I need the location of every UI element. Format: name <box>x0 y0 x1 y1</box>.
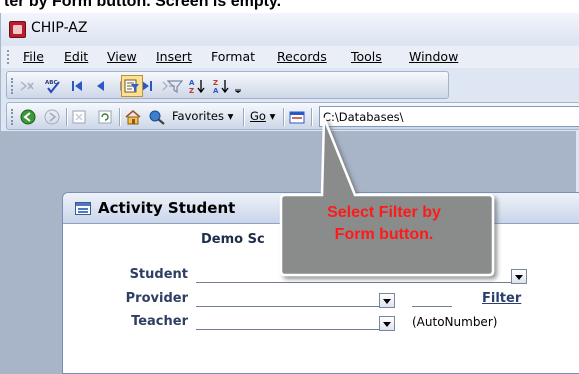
show-web-toolbar-icon[interactable] <box>289 109 305 125</box>
filter-link[interactable]: Filter <box>482 291 521 306</box>
menu-view[interactable]: View <box>107 49 137 64</box>
toolbar-options-icon[interactable] <box>233 78 243 94</box>
filter-by-form-button[interactable] <box>121 75 143 97</box>
toolbar-separator <box>311 108 313 126</box>
menu-window[interactable]: Window <box>409 49 458 64</box>
provider-dropdown-button[interactable] <box>379 293 395 308</box>
menu-window-label: Window <box>409 49 459 64</box>
form-header-text: Demo Sc <box>201 232 265 247</box>
provider-field[interactable] <box>196 306 380 307</box>
svg-text:A: A <box>189 79 195 87</box>
student-dropdown-button[interactable] <box>511 269 527 284</box>
favorites-label: Favorites <box>172 109 224 123</box>
favorites-menu[interactable]: Favorites ▾ <box>172 109 233 123</box>
records-toolbar: ABC AZ ZA <box>6 71 449 99</box>
menu-edit[interactable]: Edit <box>64 49 88 64</box>
student-field[interactable] <box>196 282 512 283</box>
svg-text:Z: Z <box>189 87 194 94</box>
forward-icon[interactable] <box>44 109 60 125</box>
home-icon[interactable] <box>125 109 141 125</box>
sort-ascending-icon[interactable]: AZ <box>189 78 205 94</box>
back-icon[interactable] <box>20 109 36 125</box>
menu-edit-label: Edit <box>64 49 89 64</box>
teacher-dropdown-button[interactable] <box>379 316 395 331</box>
teacher-label: Teacher <box>131 314 188 329</box>
menu-view-label: View <box>107 49 137 64</box>
window-titlebar[interactable]: CHIP-AZ <box>1 13 579 45</box>
search-web-icon[interactable] <box>149 109 165 125</box>
records-toolbar-grip[interactable] <box>11 78 13 94</box>
stop-icon[interactable] <box>71 109 87 125</box>
menu-tools[interactable]: Tools <box>351 49 382 64</box>
form-icon[interactable] <box>75 202 91 215</box>
go-menu[interactable]: Go ▾ <box>250 109 275 123</box>
menu-records-label: Records <box>277 49 327 64</box>
address-field[interactable]: C:\Databases\ <box>319 106 579 127</box>
first-record-icon[interactable] <box>69 78 85 94</box>
toolbar-separator <box>283 108 285 126</box>
form-title: Activity Student <box>98 199 236 217</box>
menu-file[interactable]: File <box>23 49 44 64</box>
previous-record-icon[interactable] <box>93 78 109 94</box>
refresh-icon[interactable] <box>97 109 113 125</box>
autonumber-field[interactable]: (AutoNumber) <box>412 315 497 329</box>
spelling-icon[interactable]: ABC <box>45 78 61 94</box>
access-window: CHIP-AZ File Edit View Insert Format Rec… <box>0 13 579 374</box>
menu-insert[interactable]: Insert <box>156 49 192 64</box>
menu-format[interactable]: Format <box>211 49 255 64</box>
window-title: CHIP-AZ <box>31 20 88 36</box>
menu-insert-label: Insert <box>156 49 192 64</box>
menu-file-label: File <box>23 49 44 64</box>
svg-text:A: A <box>213 87 219 94</box>
svg-text:Z: Z <box>213 79 218 87</box>
menubar-grip[interactable] <box>7 50 9 64</box>
sort-descending-icon[interactable]: ZA <box>213 78 229 94</box>
web-toolbar: Favorites ▾ Go ▾ C:\Databases\ <box>6 102 579 130</box>
teacher-field[interactable] <box>196 329 380 330</box>
toolbar-separator <box>119 108 121 126</box>
filter-by-form-icon <box>124 79 139 93</box>
menu-tools-label: Tools <box>351 49 382 64</box>
menu-bar: File Edit View Insert Format Records Too… <box>1 46 579 68</box>
delete-record-icon[interactable] <box>19 78 35 94</box>
form-titlebar[interactable]: Activity Student <box>63 193 579 224</box>
form-body: Demo Sc Student Provider Filter Teacher … <box>63 225 579 373</box>
instruction-caption: ter by Form button. Screen is empty. <box>0 0 579 13</box>
web-toolbar-grip[interactable] <box>11 109 13 125</box>
toolbar-separator <box>243 108 245 126</box>
student-label: Student <box>129 267 188 282</box>
apply-filter-icon[interactable] <box>167 78 183 94</box>
menu-records[interactable]: Records <box>277 49 327 64</box>
access-app-icon[interactable] <box>9 21 26 38</box>
filter-id-field[interactable] <box>412 306 452 307</box>
toolbar-separator <box>66 108 68 126</box>
activity-student-form: Activity Student Demo Sc Student Provide… <box>62 192 579 374</box>
go-label: Go <box>250 109 266 123</box>
provider-label: Provider <box>125 291 188 306</box>
instruction-caption-text: ter by Form button. Screen is empty. <box>4 0 282 10</box>
menu-format-label: Format <box>211 49 256 64</box>
